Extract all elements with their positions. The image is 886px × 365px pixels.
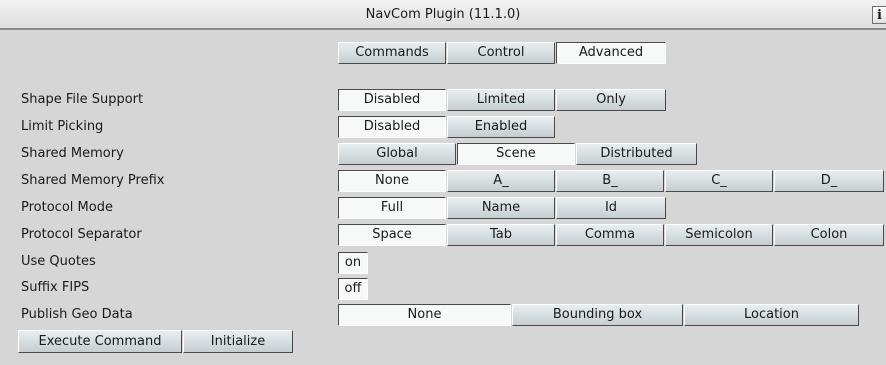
prefix-none-button[interactable]: None [338, 170, 446, 192]
title-bar: NavCom Plugin (11.1.0) i [0, 0, 886, 30]
geo-none-button[interactable]: None [338, 304, 511, 326]
window-title: NavCom Plugin (11.1.0) [365, 7, 521, 22]
limit-picking-disabled-button[interactable]: Disabled [338, 116, 446, 138]
limit-picking-enabled-button[interactable]: Enabled [447, 116, 555, 138]
protocol-mode-name-button[interactable]: Name [447, 197, 555, 219]
protocol-mode-full-button[interactable]: Full [338, 197, 446, 219]
separator-comma-button[interactable]: Comma [556, 224, 664, 246]
tab-control[interactable]: Control [447, 42, 555, 64]
shape-file-limited-button[interactable]: Limited [447, 89, 555, 111]
initialize-button[interactable]: Initialize [183, 330, 293, 353]
separator-colon-button[interactable]: Colon [774, 224, 884, 246]
prefix-c-button[interactable]: C_ [665, 170, 773, 192]
shared-memory-distributed-button[interactable]: Distributed [576, 143, 697, 165]
shape-file-disabled-button[interactable]: Disabled [338, 89, 446, 111]
shared-memory-scene-button[interactable]: Scene [457, 143, 575, 165]
shared-memory-label: Shared Memory [21, 146, 124, 161]
suffix-fips-toggle[interactable]: off [338, 278, 368, 300]
shape-file-support-label: Shape File Support [21, 92, 144, 107]
geo-location-button[interactable]: Location [684, 304, 859, 326]
info-button[interactable]: i [872, 6, 886, 24]
prefix-a-button[interactable]: A_ [447, 170, 555, 192]
separator-semicolon-button[interactable]: Semicolon [665, 224, 773, 246]
protocol-mode-label: Protocol Mode [21, 200, 113, 215]
shared-memory-prefix-label: Shared Memory Prefix [21, 173, 165, 188]
shared-memory-global-button[interactable]: Global [338, 143, 456, 165]
tab-commands[interactable]: Commands [338, 42, 446, 64]
tab-advanced[interactable]: Advanced [556, 42, 666, 64]
protocol-separator-label: Protocol Separator [21, 227, 142, 242]
prefix-b-button[interactable]: B_ [556, 170, 664, 192]
limit-picking-label: Limit Picking [21, 119, 104, 134]
separator-space-button[interactable]: Space [338, 224, 446, 246]
execute-command-button[interactable]: Execute Command [18, 330, 182, 353]
use-quotes-label: Use Quotes [21, 254, 96, 269]
separator-tab-button[interactable]: Tab [447, 224, 555, 246]
protocol-mode-id-button[interactable]: Id [556, 197, 666, 219]
publish-geo-data-label: Publish Geo Data [21, 307, 133, 322]
use-quotes-toggle[interactable]: on [338, 252, 368, 274]
geo-bounding-box-button[interactable]: Bounding box [512, 304, 683, 326]
suffix-fips-label: Suffix FIPS [21, 280, 90, 295]
shape-file-only-button[interactable]: Only [556, 89, 666, 111]
prefix-d-button[interactable]: D_ [774, 170, 884, 192]
